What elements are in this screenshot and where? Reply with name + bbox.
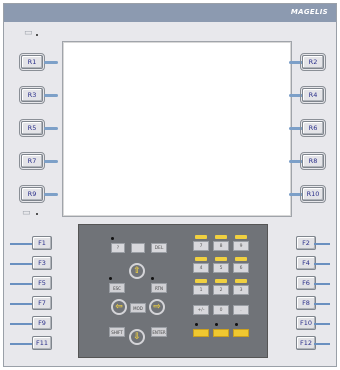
del-key[interactable]: DEL — [151, 243, 167, 253]
key-led — [151, 277, 154, 280]
cable — [10, 343, 34, 345]
mod-key[interactable]: MOD — [130, 303, 146, 313]
r7-button[interactable]: R7 — [19, 152, 45, 170]
status-led — [36, 34, 38, 36]
r2-button[interactable]: R2 — [300, 53, 326, 71]
help-key[interactable]: ? — [111, 243, 125, 253]
r9-button[interactable]: R9 — [19, 185, 45, 203]
key-1[interactable]: 1 — [193, 285, 209, 295]
f5-button[interactable]: F5 — [32, 276, 52, 290]
yellow-key-3[interactable] — [233, 329, 249, 337]
cable — [314, 323, 330, 325]
arrow-left-icon[interactable]: ⇦ — [111, 299, 127, 315]
cable — [10, 303, 34, 305]
cable — [314, 343, 330, 345]
key-7[interactable]: 7 — [193, 241, 209, 251]
r4-button[interactable]: R4 — [300, 86, 326, 104]
f10-button[interactable]: F10 — [296, 316, 316, 330]
f2-button[interactable]: F2 — [296, 236, 316, 250]
f7-button[interactable]: F7 — [32, 296, 52, 310]
key-led — [215, 323, 218, 326]
enter-key[interactable]: ENTER — [151, 327, 167, 337]
shortcut-indicator — [235, 257, 247, 261]
key-led — [109, 277, 112, 280]
lock-key[interactable] — [131, 243, 145, 253]
key-9[interactable]: 9 — [233, 241, 249, 251]
yellow-key-1[interactable] — [193, 329, 209, 337]
key-sign[interactable]: +/- — [193, 305, 209, 315]
key-dot[interactable]: . — [233, 305, 249, 315]
key-2[interactable]: 2 — [213, 285, 229, 295]
r8-button[interactable]: R8 — [300, 152, 326, 170]
key-5[interactable]: 5 — [213, 263, 229, 273]
status-led — [36, 213, 38, 215]
cable — [44, 160, 58, 163]
arrow-down-icon[interactable]: ⇩ — [129, 329, 145, 345]
key-8[interactable]: 8 — [213, 241, 229, 251]
cable — [10, 323, 34, 325]
r6-button[interactable]: R6 — [300, 119, 326, 137]
cable — [314, 263, 330, 265]
cable — [44, 94, 58, 97]
rtn-key[interactable]: RTN — [151, 283, 167, 293]
key-0[interactable]: 0 — [213, 305, 229, 315]
f9-button[interactable]: F9 — [32, 316, 52, 330]
shortcut-indicator — [195, 279, 207, 283]
cable — [44, 193, 58, 196]
f11-button[interactable]: F11 — [32, 336, 52, 350]
f6-button[interactable]: F6 — [296, 276, 316, 290]
cable — [10, 283, 34, 285]
f3-button[interactable]: F3 — [32, 256, 52, 270]
f1-button[interactable]: F1 — [32, 236, 52, 250]
cable — [10, 263, 34, 265]
cable — [289, 94, 303, 97]
shortcut-indicator — [215, 257, 227, 261]
keypad: ? DEL 7 8 9 4 5 6 1 2 3 +/- 0 . ESC RTN … — [78, 224, 268, 358]
shortcut-indicator — [215, 235, 227, 239]
shift-key[interactable]: SHIFT — [109, 327, 125, 337]
key-4[interactable]: 4 — [193, 263, 209, 273]
r5-button[interactable]: R5 — [19, 119, 45, 137]
key-led — [111, 237, 114, 240]
top-bar: MAGELIS — [4, 4, 336, 22]
cable — [289, 193, 303, 196]
shortcut-indicator — [195, 235, 207, 239]
cable — [314, 283, 330, 285]
cable — [10, 243, 34, 245]
cable — [314, 303, 330, 305]
cable — [289, 61, 303, 64]
cable — [314, 243, 330, 245]
cable — [44, 61, 58, 64]
r1-button[interactable]: R1 — [19, 53, 45, 71]
display-icon: ▭ — [24, 28, 33, 38]
r10-button[interactable]: R10 — [300, 185, 326, 203]
cable — [44, 127, 58, 130]
arrow-right-icon[interactable]: ⇨ — [149, 299, 165, 315]
r3-button[interactable]: R3 — [19, 86, 45, 104]
display-screen[interactable] — [62, 41, 292, 217]
keyboard-icon: ▭ — [22, 208, 31, 218]
key-6[interactable]: 6 — [233, 263, 249, 273]
shortcut-indicator — [235, 235, 247, 239]
key-led — [235, 323, 238, 326]
hmi-panel: MAGELIS ▭ R1 R3 R5 R7 R9 R2 R4 R6 R8 R10… — [3, 3, 337, 367]
f4-button[interactable]: F4 — [296, 256, 316, 270]
cable — [289, 160, 303, 163]
shortcut-indicator — [195, 257, 207, 261]
arrow-up-icon[interactable]: ⇧ — [129, 263, 145, 279]
key-led — [195, 323, 198, 326]
shortcut-indicator — [215, 279, 227, 283]
f12-button[interactable]: F12 — [296, 336, 316, 350]
cable — [289, 127, 303, 130]
brand-logo: MAGELIS — [290, 8, 328, 16]
yellow-key-2[interactable] — [213, 329, 229, 337]
key-3[interactable]: 3 — [233, 285, 249, 295]
esc-key[interactable]: ESC — [109, 283, 125, 293]
shortcut-indicator — [235, 279, 247, 283]
f8-button[interactable]: F8 — [296, 296, 316, 310]
